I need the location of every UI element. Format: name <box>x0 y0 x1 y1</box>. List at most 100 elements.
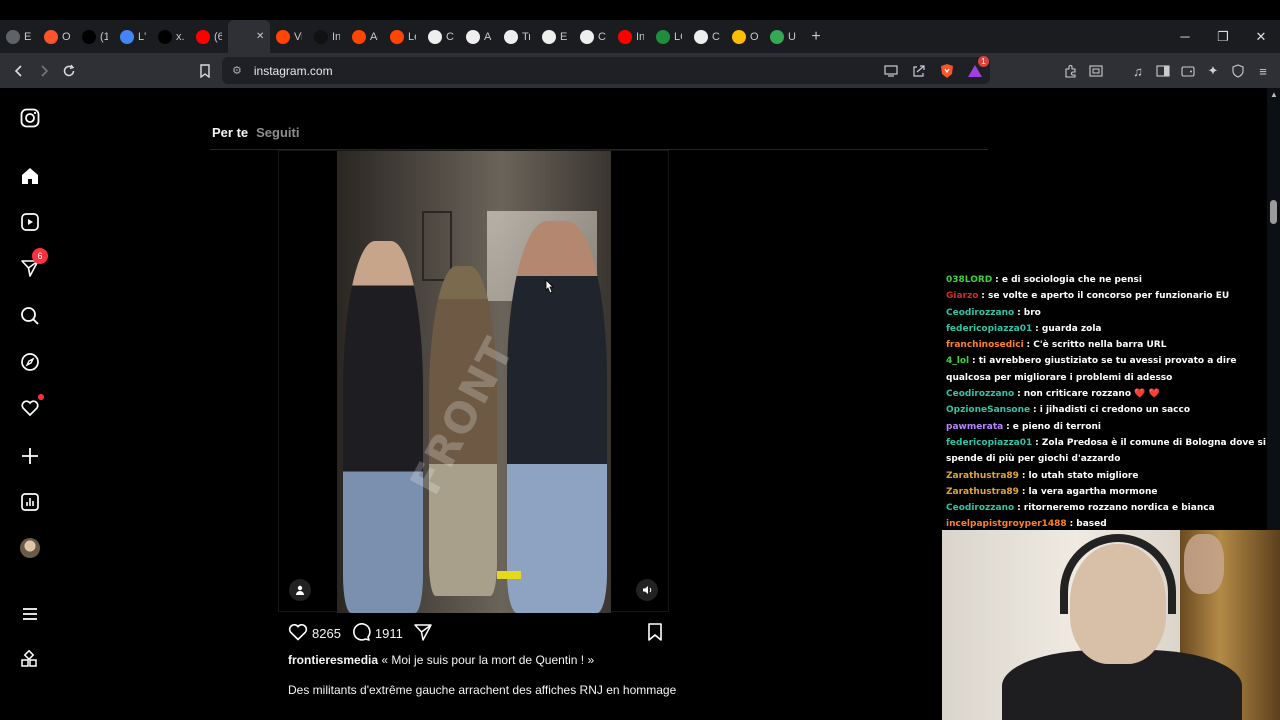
media-controls-icon[interactable]: ♫ <box>1129 62 1147 80</box>
share-send-icon[interactable] <box>413 623 433 644</box>
browser-tab[interactable]: Esc <box>0 20 38 53</box>
reddit-favicon <box>390 29 404 44</box>
more-menu-icon[interactable] <box>18 602 42 626</box>
browser-tab[interactable]: Ca <box>688 20 726 53</box>
messages-icon[interactable]: 6 <box>18 248 48 280</box>
wallet-icon[interactable] <box>1179 62 1197 80</box>
browser-tab[interactable]: x.c <box>152 20 190 53</box>
new-tab-button[interactable]: + <box>802 28 830 46</box>
wikipedia-favicon <box>428 29 442 44</box>
chat-username[interactable]: Giarzo <box>946 291 978 301</box>
browser-tab[interactable]: Vic <box>270 20 308 53</box>
chat-text: : C'è scritto nella barra URL <box>1026 340 1167 351</box>
video-frame[interactable]: FRONT <box>337 151 611 613</box>
browser-tab[interactable]: Ag <box>346 20 384 53</box>
create-plus-icon[interactable] <box>18 444 42 468</box>
notifications-heart-icon[interactable] <box>18 394 44 420</box>
browser-tab[interactable]: L'i <box>114 20 152 53</box>
scroll-up-arrow-icon[interactable]: ▲ <box>1270 90 1278 99</box>
main-menu-icon[interactable]: ≡ <box>1254 62 1272 80</box>
caption-username[interactable]: frontieresmedia <box>288 653 378 667</box>
restore-icon[interactable]: ❐ <box>1204 20 1242 53</box>
instagram-logo-icon[interactable] <box>18 106 42 130</box>
messages-badge: 6 <box>32 248 48 264</box>
browser-tab[interactable]: Inf <box>308 20 346 53</box>
browser-tab[interactable]: Up <box>764 20 802 53</box>
tab-label: Vic <box>294 30 302 43</box>
close-window-icon[interactable]: ✕ <box>1242 20 1280 53</box>
extensions-icon[interactable] <box>1062 62 1080 80</box>
reload-icon[interactable] <box>56 58 81 83</box>
leo-ai-icon[interactable]: ✦ <box>1204 62 1222 80</box>
post-video[interactable]: FRONT <box>278 150 669 613</box>
browser-tab[interactable]: Co <box>574 20 612 53</box>
browser-tab[interactable]: Le <box>384 20 422 53</box>
wallet-card-icon[interactable] <box>1087 62 1105 80</box>
audio-toggle-icon[interactable] <box>636 579 658 601</box>
chat-username[interactable]: OpzioneSansone <box>946 405 1030 415</box>
chat-username[interactable]: 038LORD <box>946 275 992 285</box>
cast-icon[interactable] <box>882 62 900 80</box>
chat-username[interactable]: federicopiazza01 <box>946 324 1032 334</box>
browser-tab[interactable]: LG <box>650 20 688 53</box>
minimize-icon[interactable]: ─ <box>1166 20 1204 53</box>
browser-tab[interactable]: Co <box>422 20 460 53</box>
chat-username[interactable]: pawmerata <box>946 422 1003 432</box>
chat-username[interactable]: federicopiazza01 <box>946 438 1032 448</box>
tagged-users-icon[interactable] <box>289 579 311 601</box>
chat-username[interactable]: 4_lol <box>946 356 969 366</box>
dashboard-icon[interactable] <box>18 490 42 514</box>
brave-rewards-icon[interactable]: 1 <box>966 56 989 80</box>
sidebar-icon[interactable] <box>1154 62 1172 80</box>
also-from-meta-icon[interactable] <box>18 648 42 672</box>
share-icon[interactable] <box>910 62 928 80</box>
browser-tab[interactable]: Ar <box>460 20 498 53</box>
brave-shields-icon[interactable] <box>938 62 956 80</box>
browser-tab[interactable]: (62 <box>190 20 228 53</box>
browser-tab[interactable]: (1) <box>76 20 114 53</box>
reels-icon[interactable] <box>18 210 42 234</box>
vpn-shield-icon[interactable] <box>1229 62 1247 80</box>
spreadsheet-favicon <box>656 29 670 44</box>
explore-icon[interactable] <box>18 350 42 374</box>
browser-tab[interactable]: Int <box>612 20 650 53</box>
chat-username[interactable]: franchinosedici <box>946 340 1024 350</box>
notifications-dot <box>38 394 44 400</box>
close-tab-icon[interactable]: ✕ <box>256 31 264 42</box>
search-icon[interactable] <box>18 304 42 328</box>
browser-tab[interactable]: ✕ <box>228 20 270 53</box>
chat-message: Zarathustra89 : lo utah stato migliore <box>942 468 1278 484</box>
chat-username[interactable]: incelpapistgroyper1488 <box>946 519 1067 529</box>
tab-label: Or <box>62 30 70 43</box>
tab-label: LG <box>674 30 682 43</box>
tab-for-you[interactable]: Per te <box>212 125 248 140</box>
streamer-webcam <box>942 530 1280 720</box>
home-icon[interactable] <box>18 164 42 188</box>
site-info-icon[interactable]: ⚙ <box>232 64 242 77</box>
comment-bubble-icon[interactable] <box>351 622 371 645</box>
browser-tab[interactable]: Tri <box>498 20 536 53</box>
chat-message: 038LORD : e di sociologia che ne pensi <box>942 272 1278 288</box>
forward-icon[interactable] <box>31 58 56 83</box>
tab-following[interactable]: Seguiti <box>256 125 299 140</box>
chat-username[interactable]: Ceodirozzano <box>946 308 1014 318</box>
chat-text: : guarda zola <box>1035 323 1102 334</box>
browser-tab[interactable]: Or <box>38 20 76 53</box>
chat-username[interactable]: Ceodirozzano <box>946 503 1014 513</box>
google-favicon <box>120 29 134 44</box>
browser-tab[interactable]: Or <box>726 20 764 53</box>
chat-username[interactable]: Zarathustra89 <box>946 471 1019 481</box>
browser-tab[interactable]: Ele <box>536 20 574 53</box>
chat-username[interactable]: Ceodirozzano <box>946 389 1014 399</box>
scroll-thumb[interactable] <box>1270 200 1277 224</box>
back-icon[interactable] <box>6 58 31 83</box>
bottom-strip <box>0 700 942 720</box>
bookmark-page-icon[interactable] <box>192 58 217 83</box>
like-heart-icon[interactable] <box>288 623 308 644</box>
wikipedia-favicon <box>504 29 518 44</box>
browser-toolbar: ⚙ instagram.com 1 ♫ ✦ ≡ <box>0 53 1280 88</box>
address-bar[interactable]: ⚙ instagram.com 1 <box>222 56 990 84</box>
chat-username[interactable]: Zarathustra89 <box>946 487 1019 497</box>
save-bookmark-icon[interactable] <box>647 622 663 645</box>
profile-avatar[interactable] <box>18 536 42 560</box>
